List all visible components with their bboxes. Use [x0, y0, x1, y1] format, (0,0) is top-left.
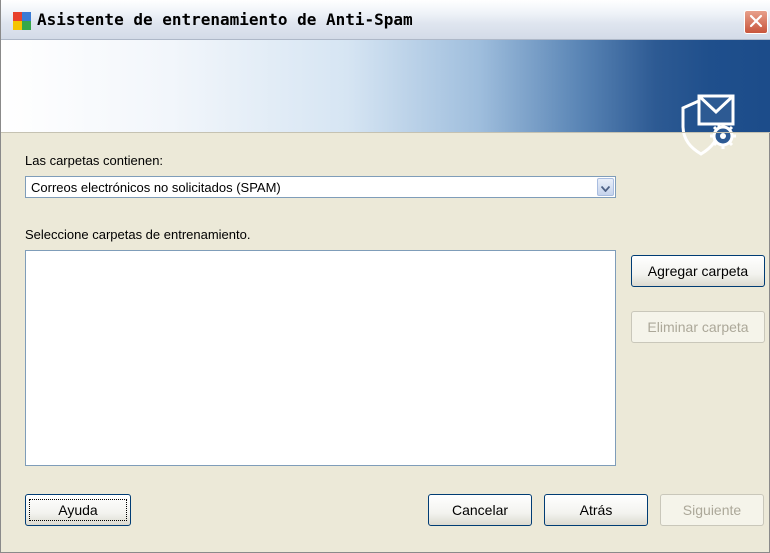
- anti-spam-training-wizard: Asistente de entrenamiento de Anti-Spam …: [0, 0, 770, 553]
- cancel-button[interactable]: Cancelar: [428, 494, 532, 526]
- title-bar[interactable]: Asistente de entrenamiento de Anti-Spam: [1, 0, 770, 40]
- folders-contain-label: Las carpetas contienen:: [25, 153, 164, 168]
- help-button-label: Ayuda: [29, 499, 127, 521]
- select-folders-label: Seleccione carpetas de entrenamiento.: [25, 227, 251, 242]
- close-button[interactable]: [744, 10, 768, 34]
- folder-type-select[interactable]: Correos electrónicos no solicitados (SPA…: [25, 176, 616, 198]
- banner-divider: [1, 132, 770, 133]
- close-icon: [749, 14, 763, 31]
- chevron-down-icon: [600, 180, 611, 195]
- add-folder-button[interactable]: Agregar carpeta: [631, 255, 765, 287]
- training-folders-list[interactable]: [25, 250, 616, 466]
- window-title: Asistente de entrenamiento de Anti-Spam: [37, 10, 413, 29]
- back-button[interactable]: Atrás: [544, 494, 648, 526]
- avg-logo-icon: [13, 12, 31, 30]
- shield-envelope-gear-icon: [677, 90, 741, 158]
- dropdown-button[interactable]: [597, 178, 614, 196]
- help-button[interactable]: Ayuda: [25, 494, 131, 526]
- folder-type-selected-value: Correos electrónicos no solicitados (SPA…: [31, 180, 281, 195]
- next-button[interactable]: Siguiente: [660, 494, 764, 526]
- remove-folder-button[interactable]: Eliminar carpeta: [631, 311, 765, 343]
- header-banner: [1, 40, 770, 156]
